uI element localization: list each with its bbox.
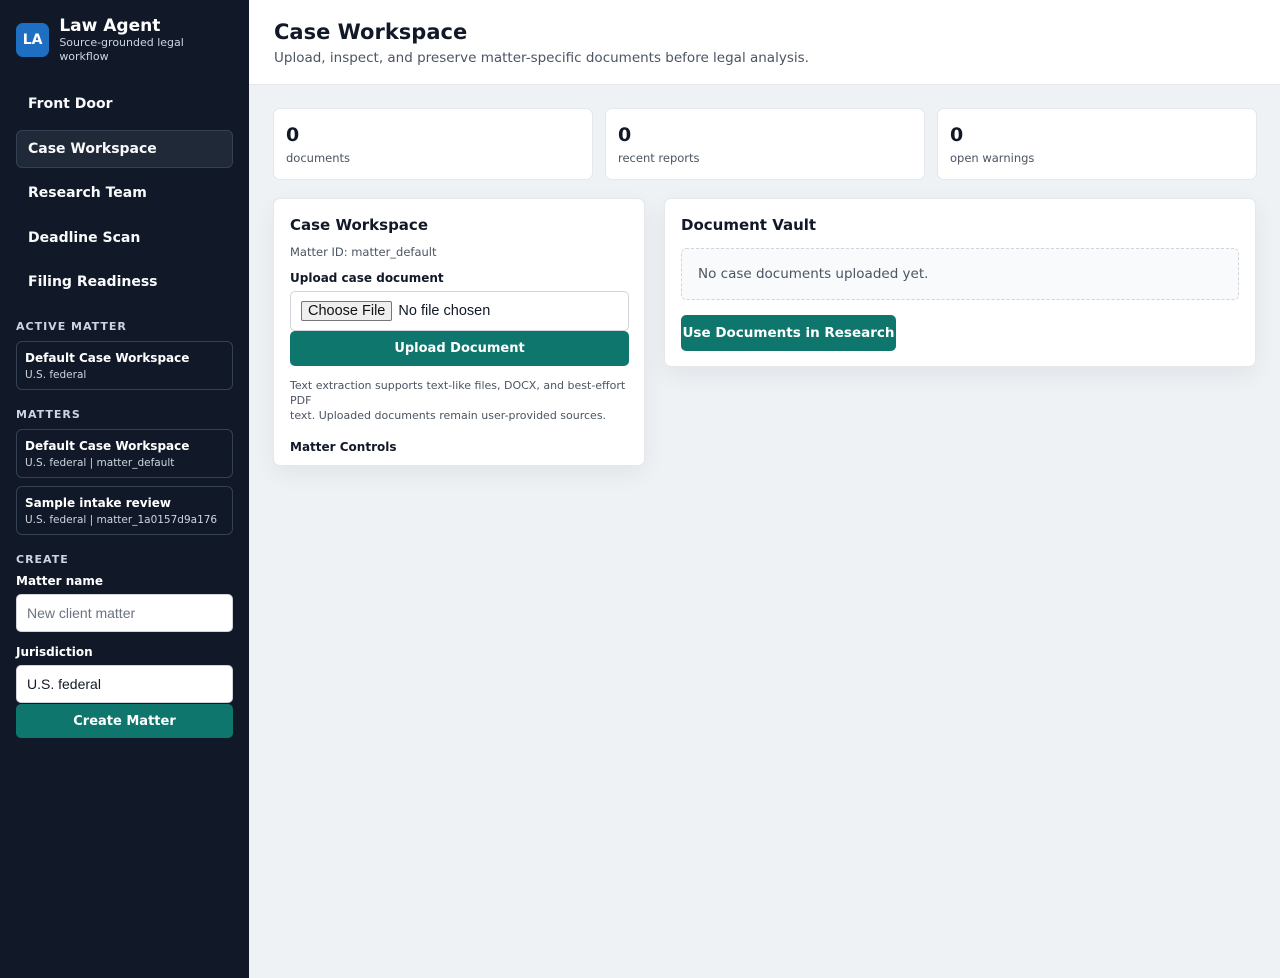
matter-item-name: Sample intake review (25, 496, 171, 510)
stat-card-documents: 0 documents (273, 108, 593, 180)
choose-file-button[interactable]: Choose File (301, 301, 393, 321)
nav-item-deadline-scan[interactable]: Deadline Scan (16, 219, 233, 257)
file-input[interactable]: Choose File No file chosen (290, 291, 629, 331)
matters-heading: MATTERS (16, 408, 81, 421)
upload-help-line: text. Uploaded documents remain user-pro… (290, 409, 607, 422)
sidebar: LA Law Agent Source-grounded legal workf… (0, 0, 249, 978)
upload-label: Upload case document (290, 271, 444, 285)
stat-label: open warnings (950, 151, 1035, 165)
page-title: Case Workspace (274, 20, 468, 44)
upload-help: Text extraction supports text-like files… (290, 378, 628, 423)
vault-empty-state: No case documents uploaded yet. (681, 248, 1239, 300)
brand-title: Law Agent (59, 16, 161, 36)
matter-controls-heading[interactable]: Matter Controls (290, 440, 628, 454)
matter-item-meta: U.S. federal | matter_default (25, 457, 175, 469)
stat-label: documents (286, 151, 351, 165)
stat-label: recent reports (618, 151, 700, 165)
main-nav: Front Door Case Workspace Research Team … (16, 85, 233, 301)
vault-title: Document Vault (681, 216, 817, 234)
matter-item-sample[interactable]: Sample intake review U.S. federal | matt… (16, 486, 233, 535)
workspace-title: Case Workspace (290, 216, 428, 234)
stat-value: 0 (950, 124, 964, 146)
stat-card-recent-reports: 0 recent reports (605, 108, 925, 180)
nav-item-filing-readiness[interactable]: Filing Readiness (16, 263, 233, 301)
matter-item-default[interactable]: Default Case Workspace U.S. federal | ma… (16, 429, 233, 478)
stat-value: 0 (286, 124, 300, 146)
matter-name-input[interactable] (16, 594, 233, 632)
matter-item-name: Default Case Workspace (25, 439, 190, 453)
page-header: Case Workspace Upload, inspect, and pres… (249, 0, 1280, 85)
jurisdiction-label: Jurisdiction (16, 645, 93, 659)
use-documents-in-research-button[interactable]: Use Documents in Research (681, 315, 896, 351)
active-matter-name: Default Case Workspace (25, 351, 190, 365)
stat-card-open-warnings: 0 open warnings (937, 108, 1257, 180)
file-status: No file chosen (398, 303, 491, 319)
nav-item-case-workspace[interactable]: Case Workspace (16, 129, 233, 168)
matter-id: Matter ID: matter_default (290, 245, 437, 259)
brand: LA Law Agent Source-grounded legal workf… (16, 16, 233, 63)
upload-document-button[interactable]: Upload Document (290, 331, 629, 366)
jurisdiction-input[interactable] (16, 665, 233, 703)
create-matter-button[interactable]: Create Matter (16, 704, 233, 738)
document-vault-panel: Document Vault No case documents uploade… (664, 198, 1256, 367)
active-matter-heading: ACTIVE MATTER (16, 320, 127, 333)
create-heading: CREATE (16, 553, 69, 566)
matter-item-meta: U.S. federal | matter_1a0157d9a176 (25, 514, 218, 526)
upload-help-line: Text extraction supports text-like files… (290, 379, 626, 407)
page-subtitle: Upload, inspect, and preserve matter-spe… (274, 50, 809, 66)
brand-logo: LA (16, 23, 50, 57)
stat-value: 0 (618, 124, 632, 146)
nav-item-research-team[interactable]: Research Team (16, 174, 233, 212)
active-matter-meta: U.S. federal (25, 369, 87, 381)
matter-name-label: Matter name (16, 574, 104, 588)
brand-subtitle: Source-grounded legal workflow (59, 36, 184, 63)
case-workspace-panel: Case Workspace Matter ID: matter_default… (273, 198, 645, 466)
nav-item-front-door[interactable]: Front Door (16, 85, 233, 123)
active-matter-card[interactable]: Default Case Workspace U.S. federal (16, 341, 233, 390)
